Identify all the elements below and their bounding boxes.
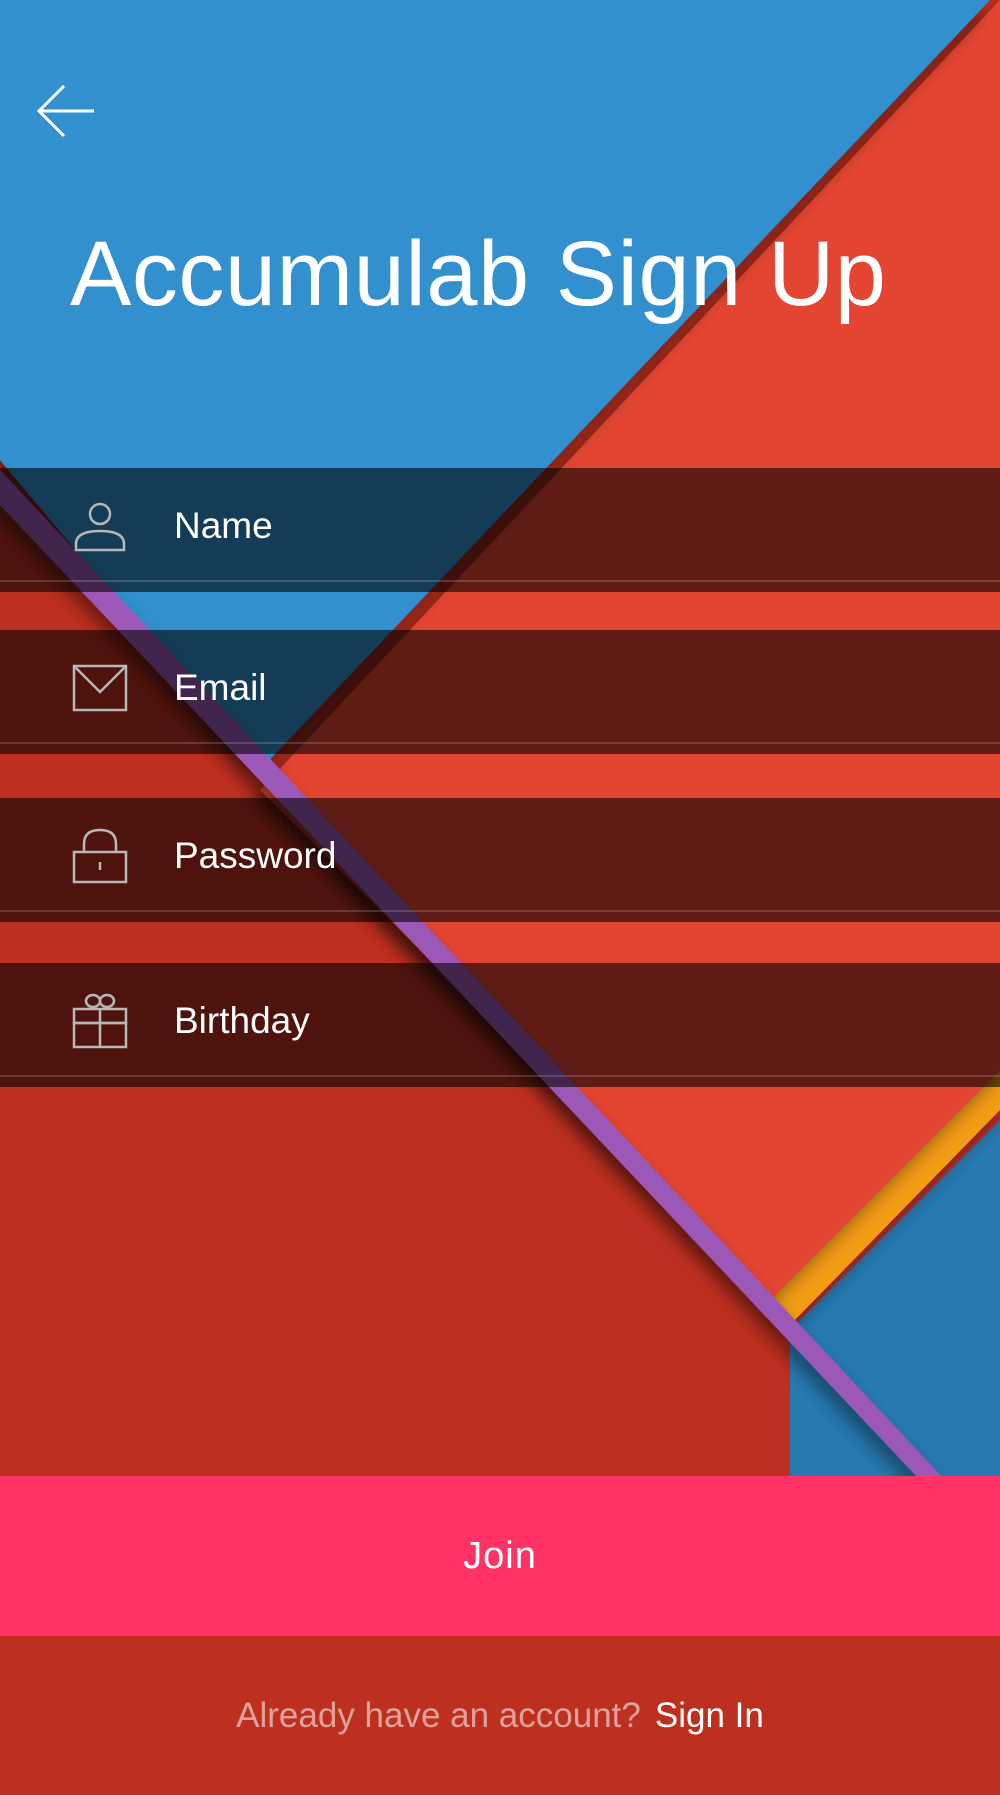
footer: Already have an account? Sign In bbox=[0, 1636, 1000, 1795]
password-field-label: Password bbox=[174, 835, 337, 876]
name-field-label: Name bbox=[174, 505, 273, 546]
sign-in-link[interactable]: Sign In bbox=[655, 1696, 764, 1735]
gift-icon bbox=[72, 993, 128, 1049]
arrow-left-icon bbox=[36, 84, 94, 138]
lock-icon bbox=[72, 828, 128, 884]
join-button[interactable]: Join bbox=[0, 1476, 1000, 1636]
birthday-field[interactable]: Birthday bbox=[0, 963, 1000, 1087]
page-title: Accumulab Sign Up bbox=[70, 223, 887, 325]
mail-icon bbox=[72, 664, 128, 712]
password-field[interactable]: Password bbox=[0, 798, 1000, 922]
account-prompt: Already have an account? bbox=[236, 1696, 641, 1735]
user-icon bbox=[74, 502, 126, 552]
name-field[interactable]: Name bbox=[0, 468, 1000, 592]
back-button[interactable] bbox=[34, 80, 98, 144]
birthday-field-label: Birthday bbox=[174, 1000, 310, 1041]
email-field-label: Email bbox=[174, 667, 267, 708]
email-field[interactable]: Email bbox=[0, 630, 1000, 754]
